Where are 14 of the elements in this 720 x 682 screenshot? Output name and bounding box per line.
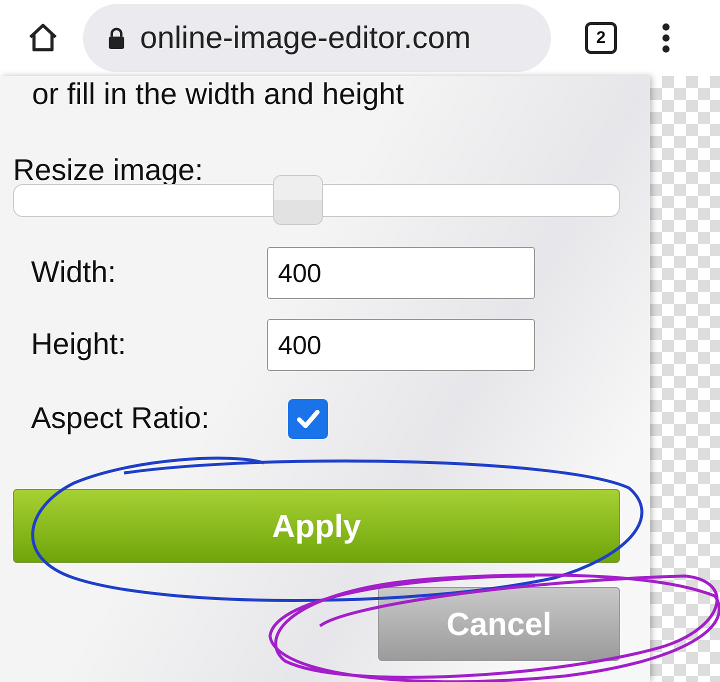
field-label: Height: [31,328,128,362]
tab-count-button[interactable]: 2 [585,22,617,54]
aspect-ratio-checkbox[interactable] [288,399,328,439]
input-field[interactable]: 400 [267,319,535,371]
menu-icon[interactable] [661,23,671,53]
input-field[interactable]: 400 [267,247,535,299]
url-text: online-image-editor.com [140,20,471,56]
slider-thumb[interactable] [273,175,324,225]
lock-icon [107,26,126,50]
checkbox-label: Aspect Ratio: [31,402,210,436]
resize-label: Resize image: [13,154,204,188]
address-bar[interactable]: online-image-editor.com [83,4,551,72]
field-label: Width: [31,256,118,290]
instruction-text: or fill in the width and height [31,80,405,110]
